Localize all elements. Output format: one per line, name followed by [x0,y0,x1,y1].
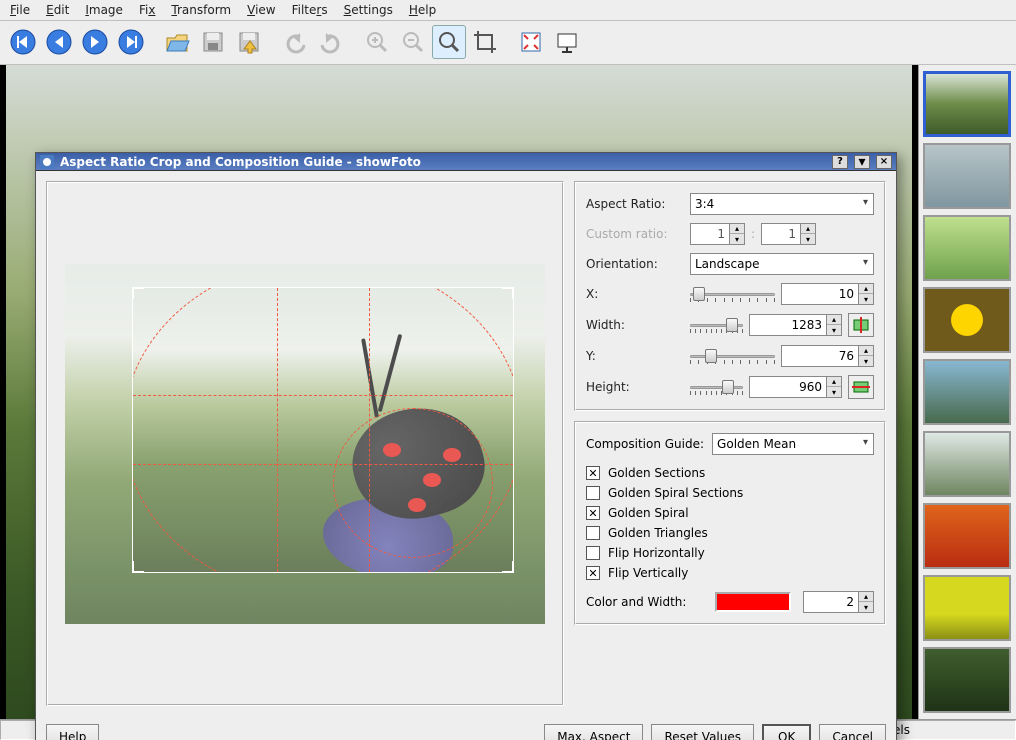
ratio-sep: : [751,227,755,241]
dialog-titlebar[interactable]: Aspect Ratio Crop and Composition Guide … [36,153,896,171]
save-as-button[interactable] [232,25,266,59]
height-spinner[interactable]: ▴▾ [827,376,842,398]
thumbnail[interactable] [923,647,1011,713]
golden-triangles-label: Golden Triangles [608,526,708,540]
menu-view[interactable]: View [239,1,283,19]
height-label: Height: [586,380,682,394]
nav-first-button[interactable] [6,25,40,59]
golden-triangles-checkbox[interactable] [586,526,600,540]
thumbnail-strip [918,65,1016,719]
max-aspect-button[interactable]: Max. Aspect [544,724,643,740]
ok-button[interactable]: OK [762,724,811,740]
golden-sections-checkbox[interactable]: ✕ [586,466,600,480]
menu-fix[interactable]: Fix [131,1,163,19]
crop-preview[interactable] [65,264,545,624]
menu-file[interactable]: File [2,1,38,19]
preview-panel [46,181,564,706]
menu-help[interactable]: Help [401,1,444,19]
save-button[interactable] [196,25,230,59]
cancel-button[interactable]: Cancel [819,724,886,740]
composition-guide-label: Composition Guide: [586,437,704,451]
thumbnail[interactable] [923,503,1011,569]
flip-v-checkbox[interactable]: ✕ [586,566,600,580]
width-input[interactable] [749,314,827,336]
undo-button[interactable] [278,25,312,59]
flip-v-label: Flip Vertically [608,566,688,580]
thumbnail[interactable] [923,431,1011,497]
y-label: Y: [586,349,682,363]
thumbnail[interactable] [923,575,1011,641]
guide-color-swatch[interactable] [715,592,791,612]
reset-values-button[interactable]: Reset Values [651,724,754,740]
open-button[interactable] [160,25,194,59]
custom-ratio-label: Custom ratio: [586,227,682,241]
dialog-help-button[interactable]: ? [832,155,848,169]
flip-h-label: Flip Horizontally [608,546,705,560]
thumbnail[interactable] [923,143,1011,209]
thumbnail[interactable] [923,71,1011,137]
zoom-fit-button[interactable] [432,25,466,59]
golden-sections-label: Golden Sections [608,466,705,480]
guide-width-input[interactable] [803,591,859,613]
y-slider[interactable] [690,346,775,366]
nav-prev-button[interactable] [42,25,76,59]
crop-dialog: Aspect Ratio Crop and Composition Guide … [35,152,897,740]
x-spinner[interactable]: ▴▾ [859,283,874,305]
menu-transform[interactable]: Transform [163,1,239,19]
canvas[interactable]: Aspect Ratio Crop and Composition Guide … [0,65,918,719]
zoom-in-button[interactable] [360,25,394,59]
aspect-ratio-select[interactable]: 3:4 [690,193,874,215]
slideshow-button[interactable] [550,25,584,59]
width-label: Width: [586,318,682,332]
nav-last-button[interactable] [114,25,148,59]
golden-spiral-label: Golden Spiral [608,506,689,520]
dialog-min-button[interactable]: ▾ [854,155,870,169]
menu-filters[interactable]: Filters [284,1,336,19]
thumbnail[interactable] [923,287,1011,353]
dialog-close-button[interactable]: × [876,155,892,169]
golden-spiral-sections-checkbox[interactable] [586,486,600,500]
composition-panel: Composition Guide: Golden Mean ✕ Golden S… [574,421,886,625]
menu-edit[interactable]: Edit [38,1,77,19]
height-input[interactable] [749,376,827,398]
orientation-select[interactable]: Landscape [690,253,874,275]
zoom-out-button[interactable] [396,25,430,59]
fullscreen-button[interactable] [514,25,548,59]
redo-button[interactable] [314,25,348,59]
thumbnail[interactable] [923,215,1011,281]
golden-spiral-sections-label: Golden Spiral Sections [608,486,743,500]
menu-settings[interactable]: Settings [336,1,401,19]
guide-width-spinner[interactable]: ▴▾ [859,591,874,613]
width-slider[interactable] [690,315,743,335]
toolbar [0,21,1016,65]
x-label: X: [586,287,682,301]
app-icon [40,155,54,169]
golden-spiral-checkbox[interactable]: ✕ [586,506,600,520]
y-spinner[interactable]: ▴▾ [859,345,874,367]
composition-guide-select[interactable]: Golden Mean [712,433,874,455]
thumbnail[interactable] [923,359,1011,425]
menubar: File Edit Image Fix Transform View Filte… [0,0,1016,21]
color-width-label: Color and Width: [586,595,686,609]
nav-next-button[interactable] [78,25,112,59]
width-center-button[interactable] [848,313,874,337]
x-input[interactable] [781,283,859,305]
height-slider[interactable] [690,377,743,397]
geometry-panel: Aspect Ratio: 3:4 Custom ratio: ▴▾ : ▴▾ … [574,181,886,411]
crop-button[interactable] [468,25,502,59]
menu-image[interactable]: Image [77,1,131,19]
help-button[interactable]: Help [46,724,99,740]
x-slider[interactable] [690,284,775,304]
orientation-label: Orientation: [586,257,682,271]
flip-h-checkbox[interactable] [586,546,600,560]
custom-ratio-a-input [690,223,730,245]
y-input[interactable] [781,345,859,367]
dialog-footer: Help Max. Aspect Reset Values OK Cancel [36,716,896,740]
height-center-button[interactable] [848,375,874,399]
custom-ratio-b-input [761,223,801,245]
aspect-ratio-label: Aspect Ratio: [586,197,682,211]
width-spinner[interactable]: ▴▾ [827,314,842,336]
dialog-title: Aspect Ratio Crop and Composition Guide … [60,155,421,169]
